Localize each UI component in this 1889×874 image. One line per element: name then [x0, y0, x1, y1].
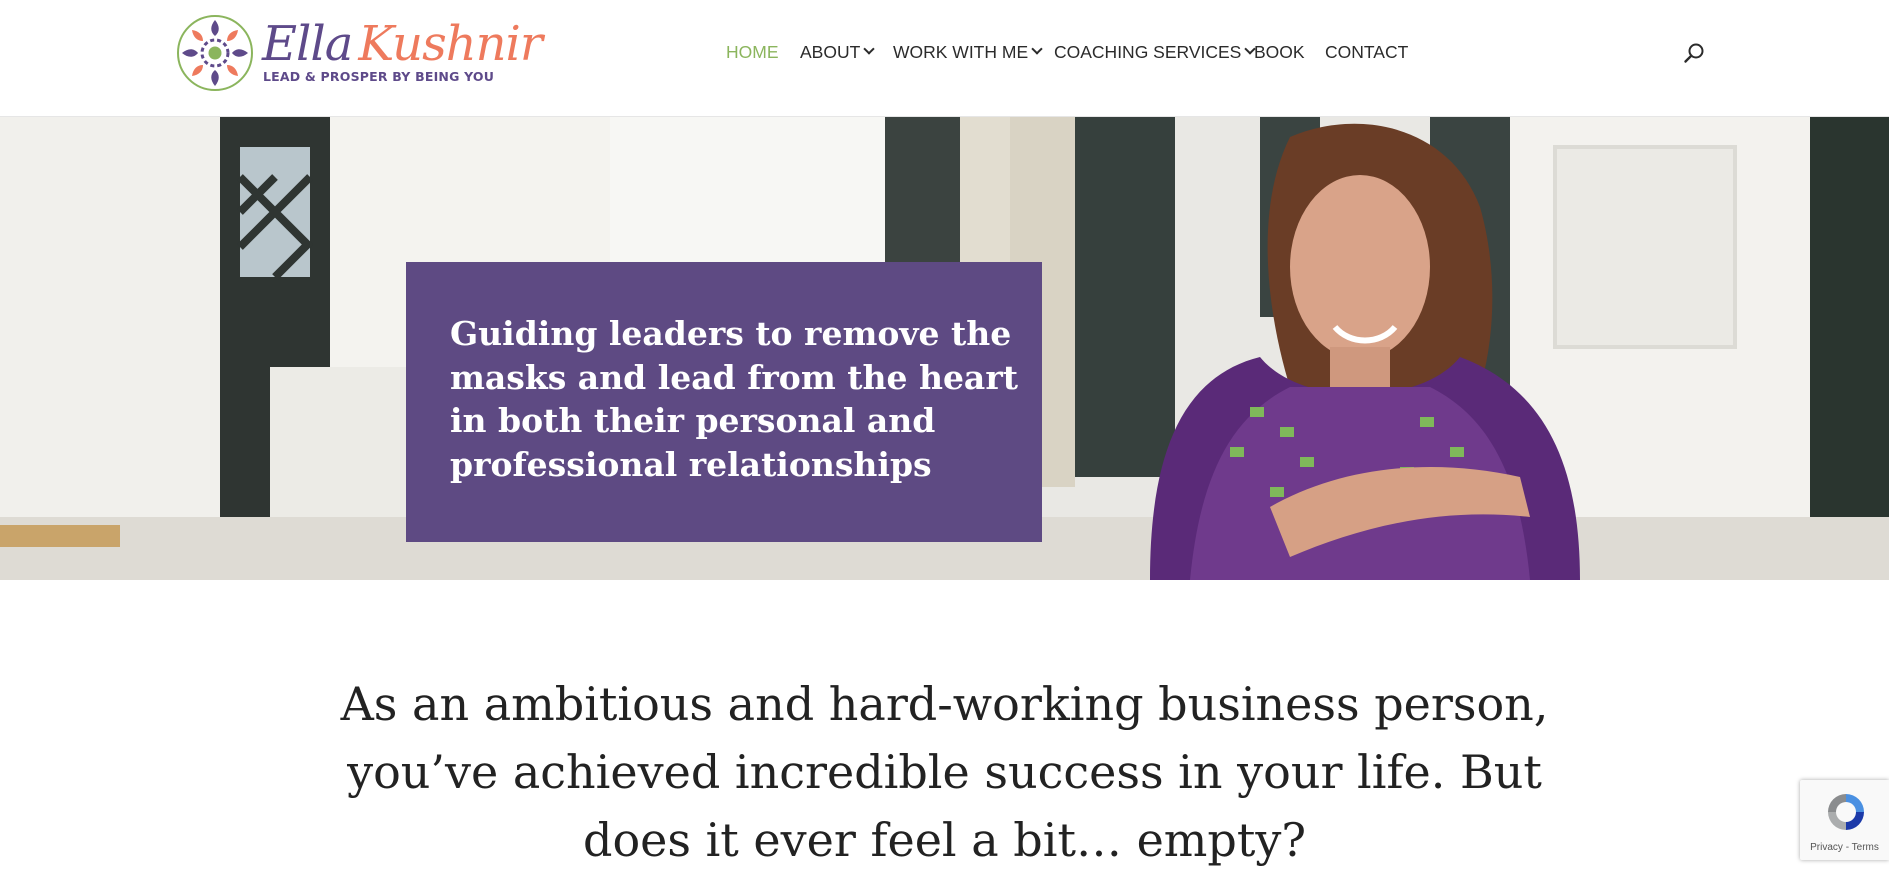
hero-headline-box: Guiding leaders to remove the masks and …	[406, 262, 1042, 542]
nav-book-label: BOOK	[1254, 42, 1305, 62]
recaptcha-links: Privacy - Terms	[1800, 842, 1889, 853]
search-icon[interactable]	[1683, 42, 1705, 64]
nav-about[interactable]: ABOUT	[800, 40, 875, 64]
nav-about-label: ABOUT	[800, 42, 861, 62]
logo-tagline: LEAD & PROSPER BY BEING YOU	[263, 69, 495, 84]
nav-work-with-me[interactable]: WORK WITH ME	[893, 40, 1043, 64]
hero-banner: Guiding leaders to remove the masks and …	[0, 117, 1889, 580]
recaptcha-terms-link[interactable]: Terms	[1852, 842, 1879, 853]
nav-coaching-services-label: COACHING SERVICES	[1054, 42, 1242, 62]
chevron-down-icon	[1031, 43, 1043, 55]
recaptcha-badge[interactable]: Privacy - Terms	[1800, 780, 1889, 860]
nav-home-label: HOME	[726, 42, 779, 62]
nav-contact[interactable]: CONTACT	[1325, 40, 1408, 64]
hero-headline: Guiding leaders to remove the masks and …	[450, 314, 1018, 484]
recaptcha-separator: -	[1842, 842, 1852, 853]
site-header: Ella Kushnir LEAD & PROSPER BY BEING YOU …	[0, 0, 1889, 117]
recaptcha-privacy-link[interactable]: Privacy	[1810, 842, 1843, 853]
nav-home[interactable]: HOME	[726, 40, 779, 64]
nav-work-with-me-label: WORK WITH ME	[893, 42, 1029, 62]
intro-heading: As an ambitious and hard-working busines…	[340, 677, 1549, 867]
chevron-down-icon	[863, 43, 875, 55]
nav-book[interactable]: BOOK	[1254, 40, 1305, 64]
nav-contact-label: CONTACT	[1325, 42, 1409, 62]
main-nav: HOME ABOUT WORK WITH ME COACHING SERVICE…	[0, 40, 1889, 64]
recaptcha-icon	[1828, 794, 1864, 830]
nav-coaching-services[interactable]: COACHING SERVICES	[1054, 40, 1257, 64]
